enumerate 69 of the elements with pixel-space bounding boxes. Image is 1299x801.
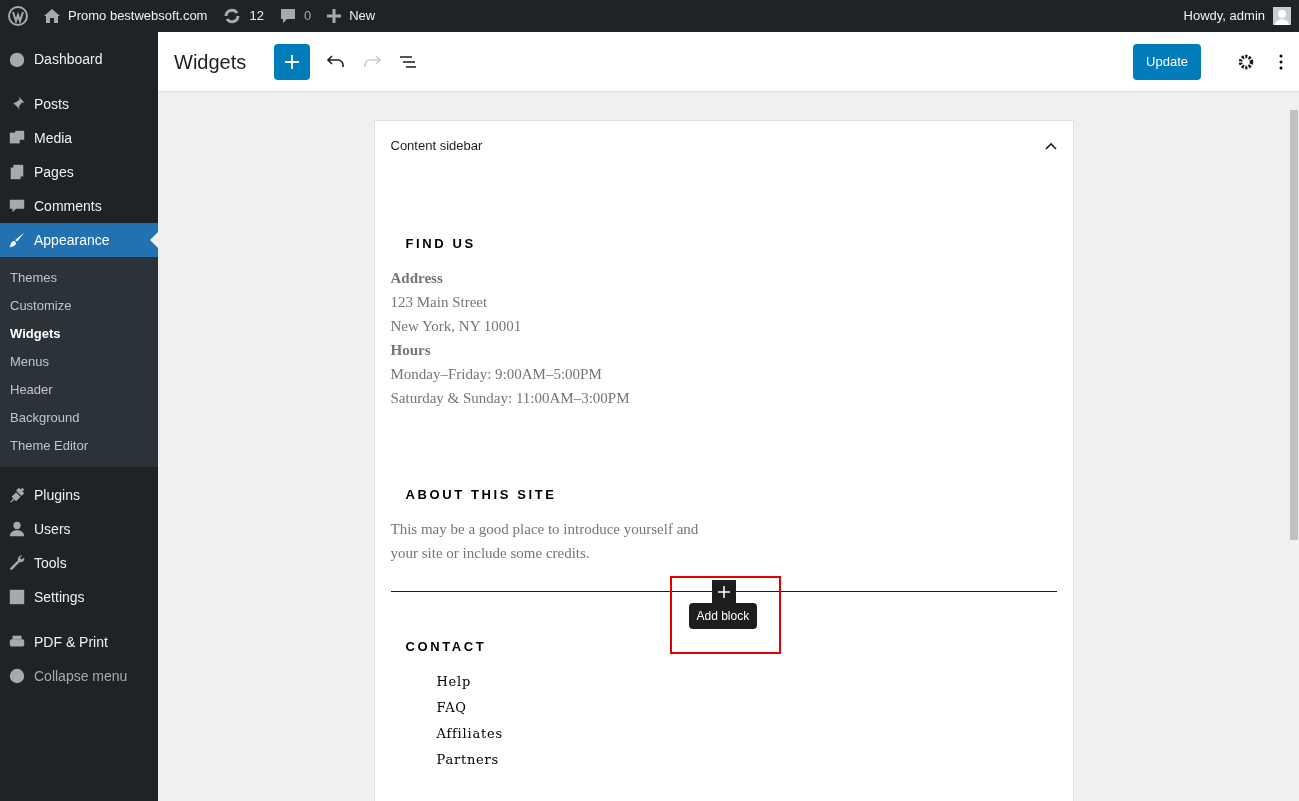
submenu-item[interactable]: Menus — [0, 348, 158, 376]
sidebar-menu-item[interactable]: Dashboard — [0, 42, 158, 76]
widget-link[interactable]: Help — [390, 669, 1057, 695]
widget-area-title: Content sidebar — [390, 137, 483, 156]
sidebar-menu-item[interactable]: Collapse menu — [0, 659, 158, 693]
brush-icon — [8, 231, 26, 249]
widget-heading: CONTACT — [404, 638, 488, 656]
updates-link[interactable]: 12 — [223, 6, 264, 26]
settings-icon — [1237, 52, 1255, 71]
options-button[interactable] — [1279, 53, 1283, 70]
comments-link[interactable]: 0 — [279, 6, 312, 26]
list-view-button[interactable] — [398, 53, 419, 70]
list-view-icon — [398, 53, 419, 70]
current-menu-arrow — [150, 232, 158, 248]
tooltip: Add block — [688, 603, 758, 629]
widget-text: New York, NY 10001 — [390, 317, 523, 336]
update-button[interactable]: Update — [1133, 43, 1201, 80]
submenu-item[interactable]: Themes — [0, 264, 158, 292]
widget-label: Address — [390, 269, 444, 288]
refresh-icon — [223, 8, 242, 24]
page-title: Widgets — [174, 49, 247, 75]
widget-text: This may be a good place to introduce yourself and your site or include some credits. — [390, 520, 700, 563]
submenu-item[interactable]: Customize — [0, 292, 158, 320]
sidebar-menu-item[interactable]: Settings — [0, 580, 158, 614]
widget-link[interactable]: Partners — [390, 747, 1057, 773]
submenu-item[interactable]: Background — [0, 404, 158, 432]
chevron-up-icon — [1044, 142, 1057, 150]
wordpress-logo-icon[interactable] — [8, 6, 28, 26]
plus-icon — [327, 9, 342, 23]
widget-text: Saturday & Sunday: 11:00AM–3:00PM — [390, 389, 631, 408]
redo-icon — [362, 53, 383, 70]
comment-icon — [279, 8, 296, 24]
submenu-item[interactable]: Theme Editor — [0, 432, 158, 460]
undo-button[interactable] — [326, 53, 347, 70]
submenu-item[interactable]: Widgets — [0, 320, 158, 348]
widget-text: 123 Main Street — [390, 293, 489, 312]
user-icon — [8, 520, 26, 538]
avatar-icon — [1273, 7, 1291, 25]
wrench-icon — [8, 554, 26, 572]
home-icon — [44, 9, 60, 23]
widget-heading: ABOUT THIS SITE — [404, 486, 558, 504]
sidebar-menu-item[interactable]: Plugins — [0, 478, 158, 512]
widget-text: Monday–Friday: 9:00AM–5:00PM — [390, 365, 603, 384]
sidebar-menu-item[interactable]: Appearance — [0, 223, 158, 257]
site-name-link[interactable]: Promo bestwebsoft.com — [44, 6, 208, 26]
widget-link[interactable]: FAQ — [390, 695, 1057, 721]
pages-icon — [8, 163, 26, 181]
settings-button[interactable] — [1237, 52, 1255, 71]
submenu-item[interactable]: Header — [0, 376, 158, 404]
undo-icon — [326, 53, 347, 70]
more-options-icon — [1279, 53, 1283, 70]
sidebar-menu-item[interactable]: Pages — [0, 155, 158, 189]
sidebar-menu-item[interactable]: Media — [0, 121, 158, 155]
plus-icon — [285, 54, 300, 69]
sidebar-menu-item[interactable]: Users — [0, 512, 158, 546]
widget-link[interactable]: Affiliates — [390, 721, 1057, 747]
account-link[interactable]: Howdy, admin — [1183, 6, 1291, 26]
collapse-toggle[interactable] — [1044, 142, 1057, 150]
add-block-button[interactable] — [274, 43, 311, 80]
plug-icon — [8, 486, 26, 504]
new-content-link[interactable]: New — [327, 6, 376, 26]
sidebar-menu-item[interactable]: Comments — [0, 189, 158, 223]
plus-icon — [717, 586, 730, 598]
sidebar-menu-item[interactable]: Tools — [0, 546, 158, 580]
sidebar-menu-item[interactable]: PDF & Print — [0, 625, 158, 659]
inserter-button[interactable] — [711, 580, 736, 604]
sidebar-menu-item[interactable]: Posts — [0, 87, 158, 121]
widget-heading: FIND US — [404, 235, 477, 253]
widget-label: Hours — [390, 341, 432, 360]
